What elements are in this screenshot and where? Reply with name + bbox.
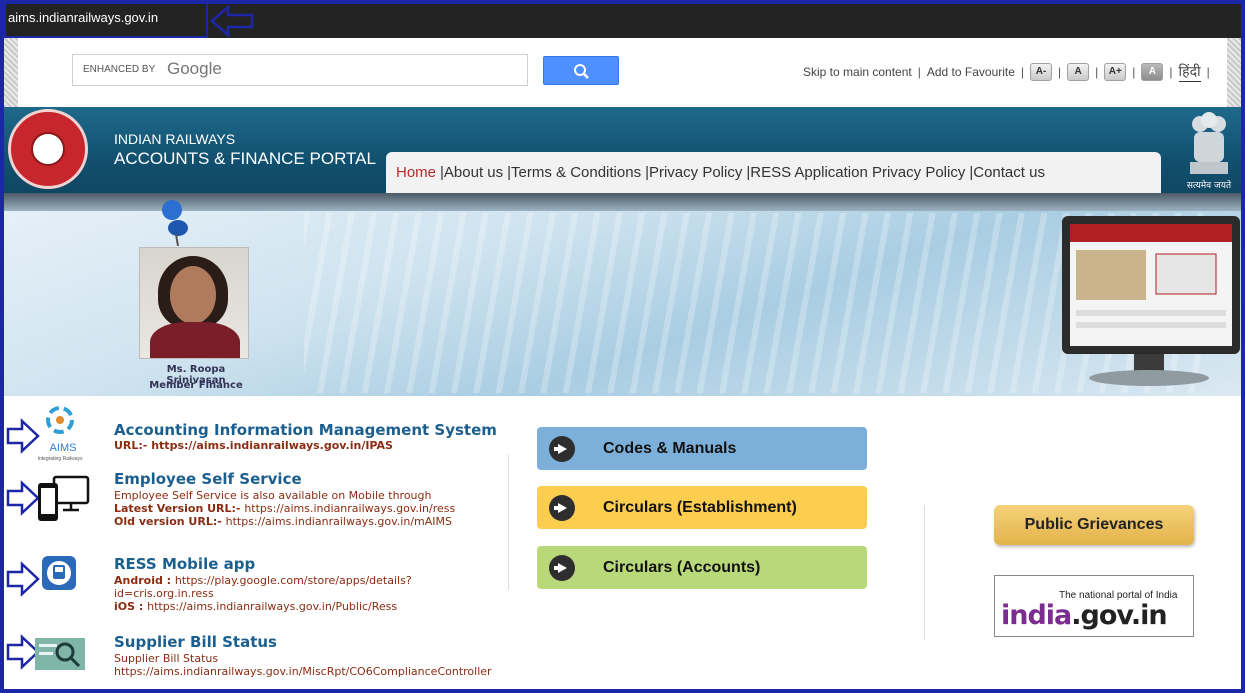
nav-home[interactable]: Home [396, 164, 436, 181]
annotation-arrow-left-icon [210, 4, 254, 38]
skip-to-main-link[interactable]: Skip to main content [803, 65, 912, 79]
circulars-establishment-label: Circulars (Establishment) [603, 498, 797, 516]
search-input[interactable]: ENHANCED BY Google [72, 54, 528, 86]
right-hatch [1227, 38, 1241, 107]
nav-privacy-policy[interactable]: |Privacy Policy [645, 164, 742, 181]
ress-android-link-cont[interactable]: id=cris.org.in.ress [114, 587, 214, 600]
aims-url-link[interactable]: https://aims.indianrailways.gov.in/IPAS [151, 439, 393, 452]
add-to-favourite-link[interactable]: Add to Favourite [927, 65, 1015, 79]
logo-center [31, 132, 65, 166]
ess-old-link[interactable]: https://aims.indianrailways.gov.in/mAIMS [226, 515, 452, 528]
ress-ios-row: iOS : https://aims.indianrailways.gov.in… [114, 600, 397, 613]
india-gov-logo: india.gov.in [1001, 600, 1168, 631]
ress-ios-link[interactable]: https://aims.indianrailways.gov.in/Publi… [147, 600, 397, 613]
aims-url-row: URL:- https://aims.indianrailways.gov.in… [114, 439, 393, 452]
ess-line1: Employee Self Service is also available … [114, 489, 432, 502]
enhanced-by-label: ENHANCED BY [83, 64, 156, 75]
separator: | [1206, 65, 1210, 79]
nav-contact-us[interactable]: |Contact us [969, 164, 1045, 181]
contrast-button[interactable]: A [1141, 63, 1164, 81]
computer-monitor-illustration [1062, 216, 1240, 386]
aims-logo-text: AIMS [49, 442, 77, 454]
ress-android-link[interactable]: https://play.google.com/store/apps/detai… [175, 574, 412, 587]
left-hatch [4, 38, 18, 107]
emblem-motto: सत्यमेव जयते [1187, 179, 1232, 191]
ress-ios-label: iOS : [114, 600, 148, 613]
member-photo [139, 247, 249, 359]
arrow-circle-icon [549, 554, 575, 581]
search-icon [574, 64, 589, 79]
nav-about-us[interactable]: |About us [440, 164, 503, 181]
portal-title-line2: ACCOUNTS & FINANCE PORTAL [114, 149, 376, 168]
ess-latest-label: Latest Version URL:- [114, 502, 245, 515]
aims-logo-sub: Integrating Railways [37, 456, 83, 462]
pushpin-icon [162, 200, 188, 246]
separator: | [1020, 65, 1025, 79]
india-gov-rest: .gov.in [1071, 600, 1167, 631]
annotation-arrow-right-icon [6, 561, 40, 597]
ess-title-link[interactable]: Employee Self Service [114, 470, 302, 488]
indian-railways-logo[interactable] [8, 109, 88, 189]
aims-url-label: URL:- [114, 439, 152, 452]
aims-logo[interactable]: AIMS Integrating Railways [34, 402, 92, 464]
arrow-circle-icon [549, 494, 575, 521]
top-links: Skip to main content | Add to Favourite … [803, 62, 1210, 82]
ress-app-icon [42, 556, 76, 590]
font-decrease-button[interactable]: A- [1030, 63, 1053, 81]
circulars-establishment-button[interactable]: Circulars (Establishment) [537, 486, 867, 529]
aims-logo-icon [46, 406, 74, 434]
photo-face [170, 266, 216, 324]
nav-terms[interactable]: |Terms & Conditions [507, 164, 641, 181]
font-normal-button[interactable]: A [1067, 63, 1090, 81]
nav-ress-privacy-policy[interactable]: |RESS Application Privacy Policy [746, 164, 965, 181]
codes-manuals-button[interactable]: Codes & Manuals [537, 427, 867, 470]
column-divider [508, 455, 509, 590]
mobile-desktop-icon [38, 475, 90, 521]
main-nav: Home |About us |Terms & Conditions |Priv… [386, 152, 1161, 193]
ess-latest-row: Latest Version URL:- https://aims.indian… [114, 502, 455, 515]
aims-title-link[interactable]: Accounting Information Management System [114, 421, 497, 439]
separator: | [1095, 65, 1099, 79]
national-emblem-icon: सत्यमेव जयते [1187, 112, 1232, 191]
column-divider [924, 505, 925, 640]
arrow-circle-icon [549, 435, 575, 462]
google-logo: Google [167, 59, 222, 78]
public-grievances-button[interactable]: Public Grievances [994, 505, 1194, 545]
member-role: Member Finance [149, 380, 243, 391]
photo-body [150, 322, 240, 358]
annotation-arrow-right-icon [6, 480, 40, 516]
url-text[interactable]: aims.indianrailways.gov.in [4, 0, 208, 38]
supplier-bill-icon [35, 638, 85, 670]
ess-old-label: Old version URL:- [114, 515, 226, 528]
ess-latest-link[interactable]: https://aims.indianrailways.gov.in/ress [244, 502, 455, 515]
font-increase-button[interactable]: A+ [1104, 63, 1127, 81]
circulars-accounts-label: Circulars (Accounts) [603, 558, 761, 576]
search-button[interactable] [543, 56, 619, 85]
india-gov-banner[interactable]: The national portal of India india.gov.i… [994, 575, 1194, 637]
separator: | [1169, 65, 1173, 79]
supplier-title-link[interactable]: Supplier Bill Status [114, 633, 277, 651]
ress-title-link[interactable]: RESS Mobile app [114, 555, 255, 573]
portal-title-line1: INDIAN RAILWAYS [114, 131, 236, 147]
ress-android-row: Android : https://play.google.com/store/… [114, 574, 412, 587]
ess-old-row: Old version URL:- https://aims.indianrai… [114, 515, 452, 528]
circulars-accounts-button[interactable]: Circulars (Accounts) [537, 546, 867, 589]
codes-manuals-label: Codes & Manuals [603, 439, 737, 457]
separator: | [1132, 65, 1136, 79]
separator: | [917, 65, 921, 79]
ress-android-label: Android : [114, 574, 175, 587]
hindi-link[interactable]: हिंदी [1178, 62, 1201, 82]
india-gov-india: india [1001, 600, 1072, 631]
separator: | [1058, 65, 1062, 79]
supplier-url-link[interactable]: https://aims.indianrailways.gov.in/MiscR… [114, 665, 492, 678]
supplier-line1: Supplier Bill Status [114, 652, 219, 665]
